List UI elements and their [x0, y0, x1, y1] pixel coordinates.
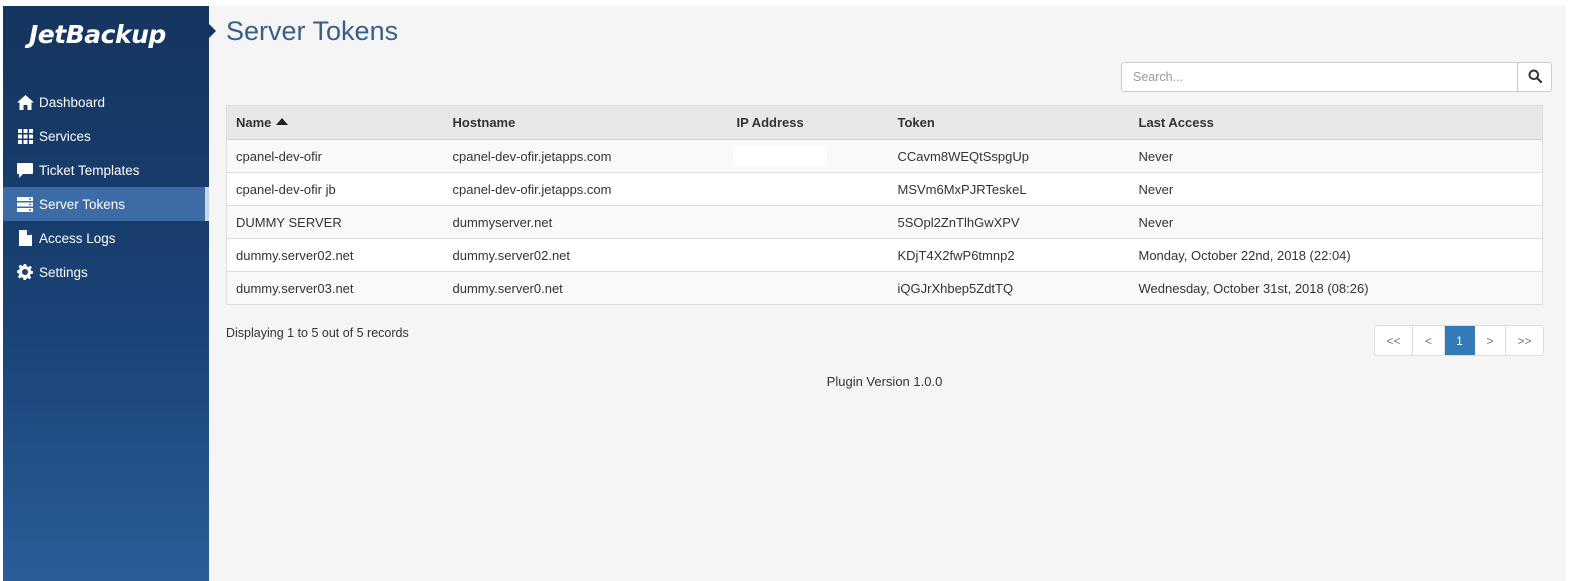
sidebar-item-label: Ticket Templates	[39, 162, 140, 178]
table-row[interactable]: dummy.server03.net dummy.server0.net iQG…	[226, 271, 1543, 305]
grid-icon	[16, 127, 34, 145]
app-frame: JetBackup Dashboard Services Ticket Temp…	[3, 6, 1566, 581]
sidebar-item-access-logs[interactable]: Access Logs	[3, 221, 209, 255]
cell-last-access: Monday, October 22nd, 2018 (22:04)	[1129, 238, 1543, 272]
search-icon	[1528, 69, 1542, 86]
cell-ip-address	[727, 238, 889, 272]
sidebar-item-server-tokens[interactable]: Server Tokens	[3, 187, 209, 221]
sidebar-pointer	[209, 24, 216, 38]
sidebar-item-label: Services	[39, 128, 91, 144]
cell-name: cpanel-dev-ofir	[226, 139, 444, 173]
sidebar-item-ticket-templates[interactable]: Ticket Templates	[3, 153, 209, 187]
table-row[interactable]: DUMMY SERVER dummyserver.net 5SOpl2ZnTlh…	[226, 205, 1543, 239]
pagination: << < 1 > >>	[1374, 325, 1544, 356]
cell-name: dummy.server03.net	[226, 271, 444, 305]
file-icon	[16, 229, 34, 247]
cell-hostname: dummyserver.net	[443, 205, 728, 239]
records-count: Displaying 1 to 5 out of 5 records	[226, 326, 409, 340]
table-row[interactable]: dummy.server02.net dummy.server02.net KD…	[226, 238, 1543, 272]
sidebar: JetBackup Dashboard Services Ticket Temp…	[3, 6, 216, 581]
column-header-name[interactable]: Name	[226, 105, 444, 140]
cell-ip-address	[727, 271, 889, 305]
redacted-ip	[732, 146, 827, 166]
server-tokens-table: Name Hostname IP Address Token Last Acce…	[226, 105, 1543, 305]
cell-token: MSVm6MxPJRTeskeL	[888, 172, 1130, 206]
cell-hostname: dummy.server02.net	[443, 238, 728, 272]
search-button[interactable]	[1518, 62, 1552, 92]
column-header-last-access[interactable]: Last Access	[1129, 105, 1543, 140]
plugin-version: Plugin Version 1.0.0	[826, 374, 943, 389]
gear-icon	[16, 263, 34, 281]
cell-ip-address	[725, 172, 889, 206]
table-row[interactable]: cpanel-dev-ofir jb cpanel-dev-ofir.jetap…	[226, 172, 1543, 206]
cell-name: dummy.server02.net	[226, 238, 444, 272]
sidebar-item-label: Access Logs	[39, 230, 116, 246]
cell-token: CCavm8WEQtSspgUp	[888, 139, 1130, 173]
table-header-row: Name Hostname IP Address Token Last Acce…	[226, 105, 1543, 140]
column-header-hostname[interactable]: Hostname	[443, 105, 728, 140]
table-row[interactable]: cpanel-dev-ofir cpanel-dev-ofir.jetapps.…	[226, 139, 1543, 173]
sidebar-item-label: Server Tokens	[39, 196, 126, 212]
sidebar-nav: Dashboard Services Ticket Templates Serv…	[3, 85, 209, 289]
sidebar-item-services[interactable]: Services	[3, 119, 209, 153]
cell-token: iQGJrXhbep5ZdtTQ	[888, 271, 1130, 305]
cell-last-access: Never	[1129, 139, 1543, 173]
sidebar-item-label: Dashboard	[39, 94, 106, 110]
cell-name: DUMMY SERVER	[226, 205, 444, 239]
cell-ip-address	[727, 205, 889, 239]
cell-name: cpanel-dev-ofir jb	[226, 172, 444, 206]
logo[interactable]: JetBackup	[29, 19, 166, 51]
home-icon	[16, 93, 34, 111]
search-bar	[1121, 62, 1552, 92]
page-first-button[interactable]: <<	[1375, 326, 1413, 355]
cell-hostname: dummy.server0.net	[443, 271, 728, 305]
sidebar-item-dashboard[interactable]: Dashboard	[3, 85, 209, 119]
column-header-token[interactable]: Token	[888, 105, 1130, 140]
page-prev-button[interactable]: <	[1413, 326, 1445, 355]
comment-icon	[16, 161, 34, 179]
search-input[interactable]	[1121, 62, 1518, 92]
page-last-button[interactable]: >>	[1506, 326, 1543, 355]
redacted-ip	[725, 179, 826, 199]
cell-last-access: Never	[1129, 172, 1543, 206]
column-header-ip-address[interactable]: IP Address	[727, 105, 889, 140]
sort-asc-icon	[276, 118, 289, 125]
page-next-button[interactable]: >	[1475, 326, 1506, 355]
cell-ip-address	[727, 139, 889, 173]
cell-hostname: cpanel-dev-ofir.jetapps.com	[443, 172, 728, 206]
page-current-button[interactable]: 1	[1445, 326, 1475, 355]
server-icon	[16, 195, 34, 213]
cell-token: KDjT4X2fwP6tmnp2	[888, 238, 1130, 272]
sidebar-item-settings[interactable]: Settings	[3, 255, 209, 289]
cell-last-access: Never	[1129, 205, 1543, 239]
cell-last-access: Wednesday, October 31st, 2018 (08:26)	[1129, 271, 1543, 305]
cell-token: 5SOpl2ZnTlhGwXPV	[888, 205, 1130, 239]
page-title: Server Tokens	[226, 16, 399, 46]
sidebar-item-label: Settings	[39, 264, 88, 280]
cell-hostname: cpanel-dev-ofir.jetapps.com	[443, 139, 728, 173]
